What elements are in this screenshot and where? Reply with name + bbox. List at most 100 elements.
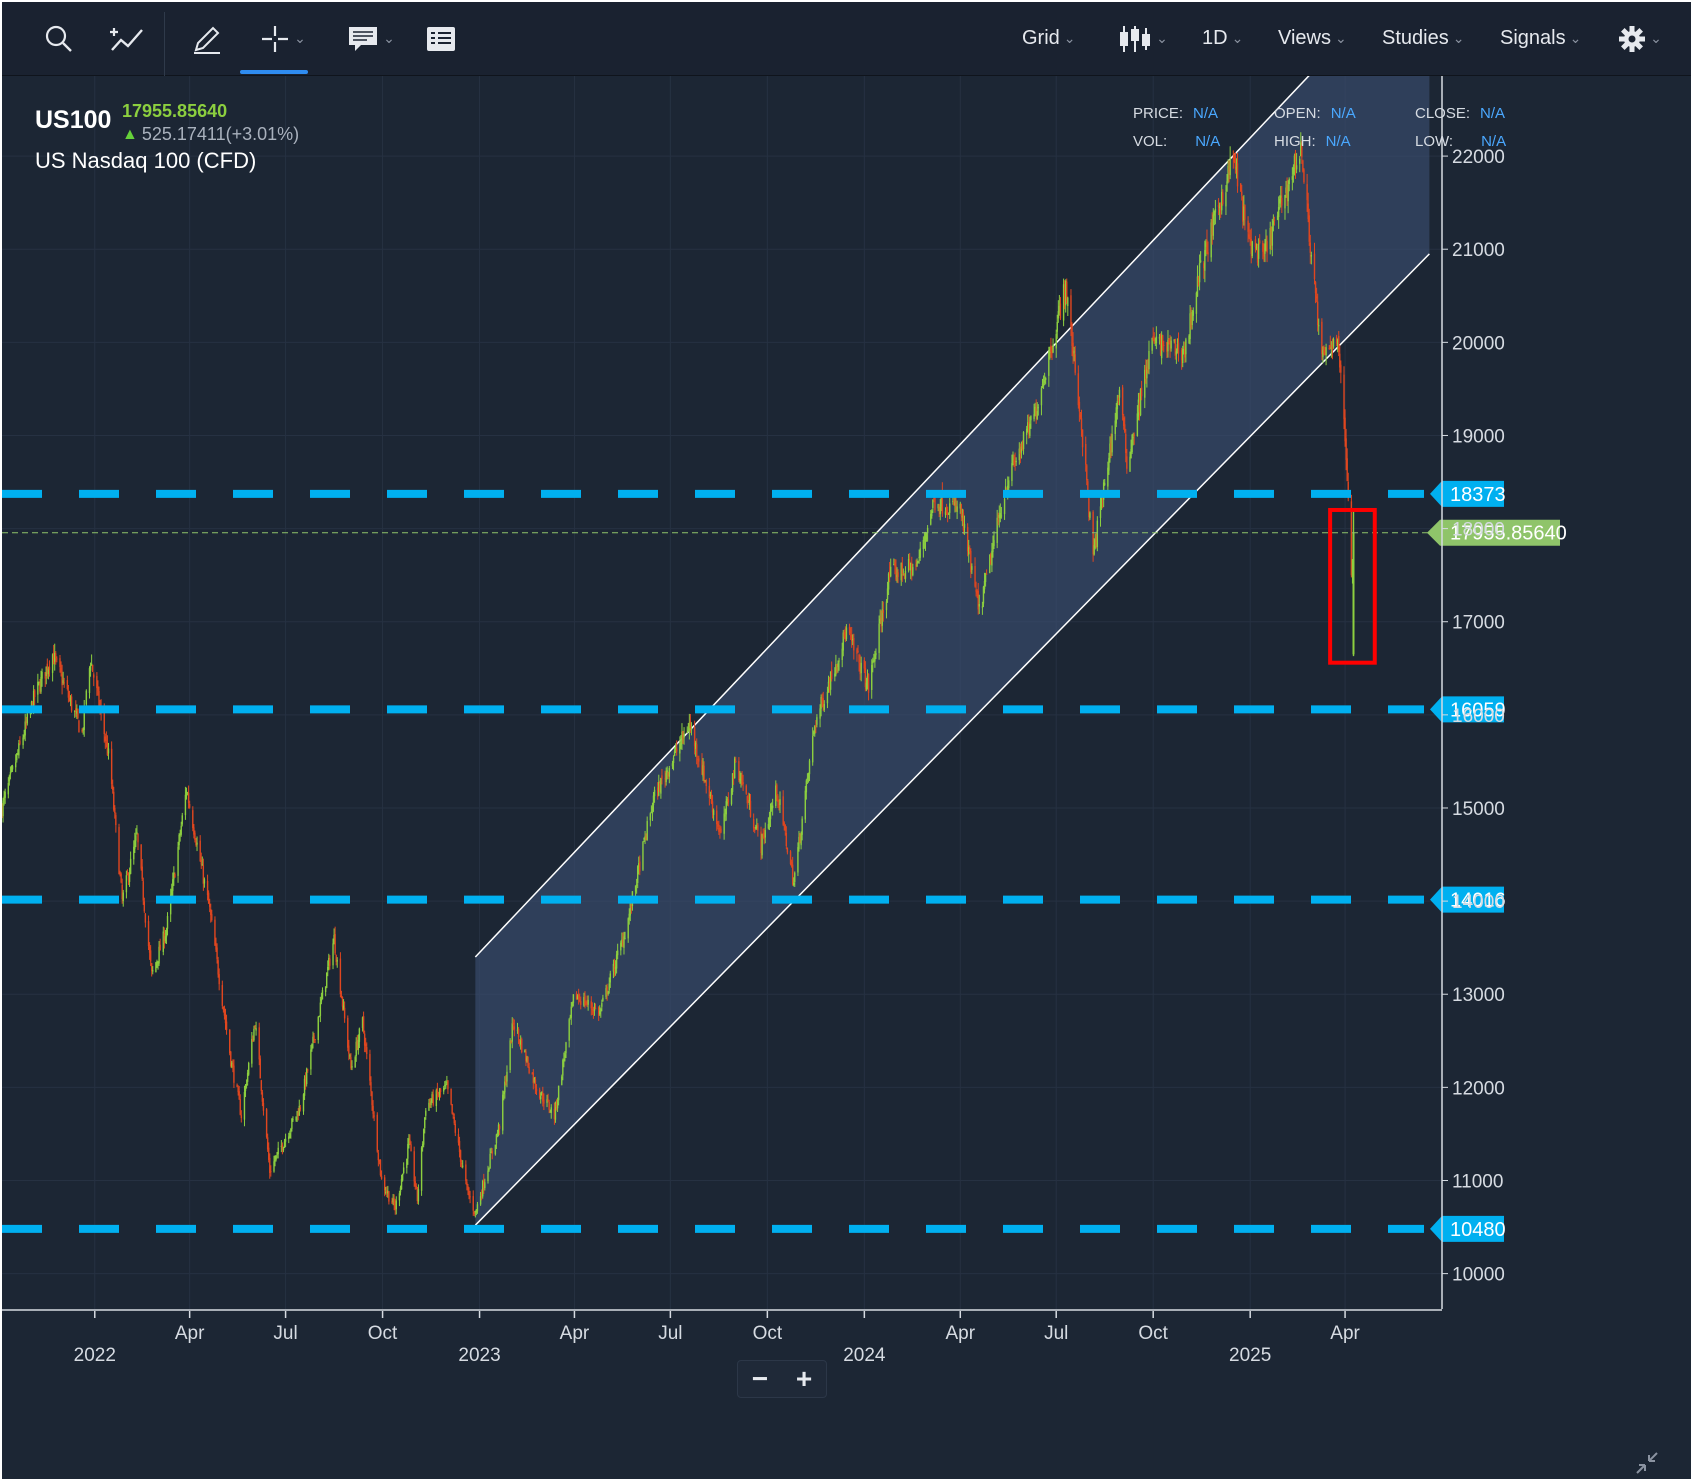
candle	[1254, 239, 1257, 248]
grid-menu[interactable]: Grid ⌄	[1022, 2, 1076, 75]
price-chart[interactable]: 18373160591401610480 17955.85640 1000011…	[2, 76, 1691, 1479]
signals-menu[interactable]: Signals ⌄	[1500, 2, 1581, 75]
candle	[1316, 301, 1319, 326]
price-axis-label: 10000	[1452, 1265, 1505, 1286]
studies-menu[interactable]: Studies ⌄	[1382, 2, 1464, 75]
candle	[318, 1016, 321, 1018]
candle	[407, 1143, 409, 1159]
candle	[37, 681, 39, 695]
settings-button[interactable]: ⌄	[1610, 2, 1670, 75]
candle	[305, 1068, 308, 1084]
timeframe-menu[interactable]: 1D ⌄	[1202, 2, 1243, 75]
news-button[interactable]	[416, 2, 466, 75]
candle	[793, 882, 795, 886]
candle	[1055, 334, 1057, 349]
views-menu[interactable]: Views ⌄	[1278, 2, 1347, 75]
candle	[336, 960, 338, 962]
annotation-button[interactable]: ⌄	[336, 2, 406, 75]
candle	[735, 760, 737, 762]
candle	[149, 950, 152, 962]
symbol-name: US Nasdaq 100 (CFD)	[35, 148, 257, 173]
draw-button[interactable]	[182, 2, 232, 75]
candle	[1008, 480, 1010, 488]
candle	[1266, 241, 1268, 253]
candle	[1040, 388, 1043, 406]
zoom-in-button[interactable]: +	[782, 1361, 826, 1397]
candle	[1146, 369, 1148, 379]
chevron-down-icon: ⌄	[1156, 30, 1168, 46]
candle	[757, 824, 759, 831]
trend-channel[interactable]	[474, 76, 1430, 1226]
candle	[1308, 215, 1310, 242]
chevron-down-icon: ⌄	[383, 30, 395, 46]
candle	[819, 708, 821, 719]
candle	[347, 1017, 349, 1048]
candle	[489, 1153, 491, 1169]
zoom-out-button[interactable]: −	[738, 1361, 782, 1397]
search-button[interactable]	[34, 2, 84, 75]
time-axis-label: Apr	[945, 1323, 975, 1344]
add-indicator-button[interactable]	[102, 2, 152, 75]
candle	[93, 674, 95, 678]
candle	[705, 780, 707, 787]
ohlc-label: OPEN:	[1274, 105, 1321, 122]
candle	[91, 664, 94, 672]
candle	[1271, 226, 1274, 246]
channel-lower-line[interactable]	[474, 253, 1430, 1226]
candle	[321, 990, 324, 1000]
candle	[689, 720, 692, 729]
candle	[217, 960, 219, 975]
candle	[643, 838, 645, 840]
candle	[1287, 184, 1289, 202]
ohlc-vol: VOL: N/A	[1133, 133, 1220, 150]
candle	[468, 1191, 470, 1196]
note-icon	[349, 26, 378, 51]
candle	[506, 1071, 508, 1082]
candle	[141, 866, 143, 879]
candle	[70, 696, 73, 711]
ohlc-value: N/A	[1193, 105, 1219, 122]
candle	[1099, 506, 1102, 518]
candle	[495, 1134, 498, 1144]
chart-type-button[interactable]: ⌄	[1112, 2, 1174, 75]
candle	[199, 840, 201, 862]
candle	[607, 991, 609, 995]
candle	[317, 1017, 319, 1041]
candle	[521, 1038, 523, 1053]
price-axis[interactable]: 10000 11000 12000 13000 14000 15000 16000 17000…	[1441, 76, 1505, 1309]
crosshair-button[interactable]: ⌄	[248, 2, 318, 75]
candle	[295, 1116, 297, 1121]
candle	[977, 590, 979, 610]
candle	[24, 721, 26, 736]
candle	[439, 1088, 442, 1093]
candle	[1163, 345, 1165, 347]
candle	[225, 1021, 228, 1031]
candle	[636, 866, 639, 883]
candle	[683, 733, 685, 738]
candle	[388, 1191, 390, 1202]
candle	[624, 938, 626, 940]
candle	[269, 1157, 271, 1173]
candle	[1226, 181, 1228, 192]
candle	[136, 832, 138, 834]
candle	[1343, 374, 1345, 420]
candle	[602, 997, 604, 1002]
candle	[608, 983, 610, 990]
candle	[1011, 463, 1013, 482]
pencil-icon	[194, 26, 220, 54]
candle	[1148, 350, 1150, 370]
menu-label: Studies	[1382, 27, 1449, 49]
candle	[804, 790, 807, 820]
candle	[491, 1151, 493, 1154]
price-axis-label: 21000	[1452, 240, 1505, 261]
collapse-icon[interactable]	[1634, 1450, 1660, 1476]
candle	[556, 1099, 559, 1109]
candle	[1048, 351, 1050, 376]
candle	[450, 1088, 452, 1105]
candle	[863, 660, 866, 669]
candle	[270, 1171, 272, 1173]
price-axis-label: 19000	[1452, 426, 1505, 447]
candle	[848, 626, 851, 634]
time-axis[interactable]: 2022 Apr Jul Oct 2023 Apr Jul Oct 2024 Apr Jul Oct 2…	[2, 1309, 1442, 1366]
candle	[214, 919, 216, 946]
